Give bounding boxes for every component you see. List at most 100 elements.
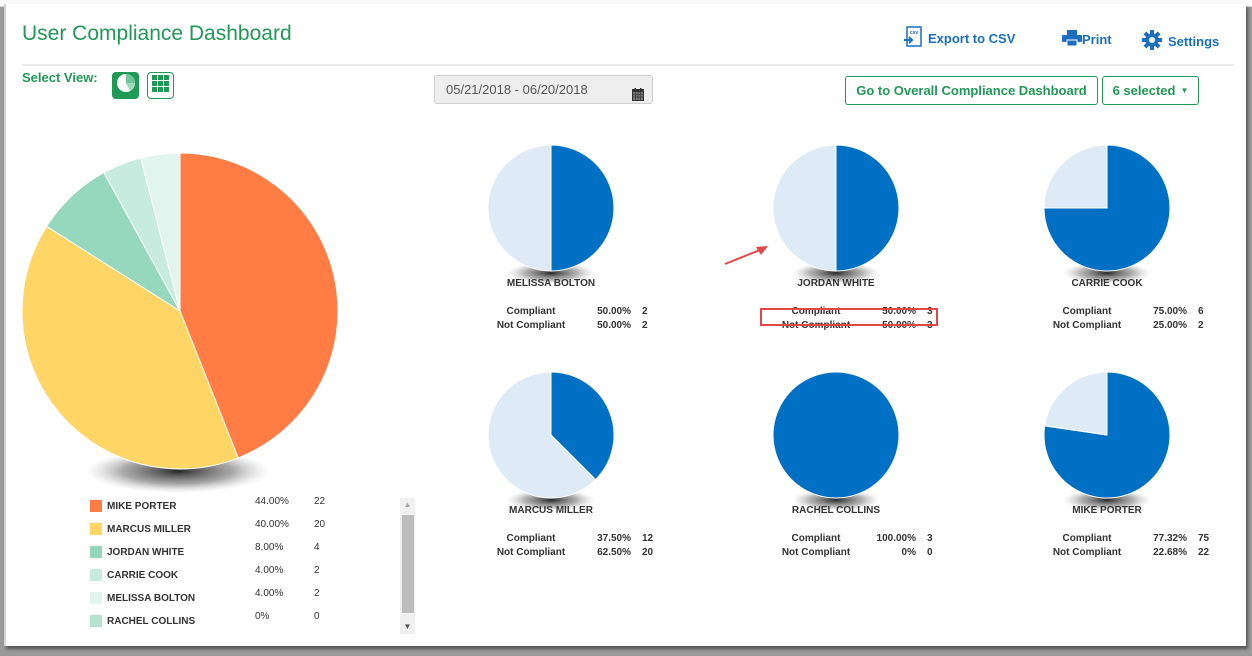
compliance-percent: 0% [901,547,916,558]
compliance-row: Not Compliant 25.00% 2 [982,320,1232,334]
compliance-percent: 22.68% [1153,547,1187,558]
card-user-name: JORDAN WHITE [797,278,875,289]
user-compliance-card: CARRIE COOK Compliant 75.00% 6 Not Compliant… [982,132,1232,342]
pie-slice-not-compliant[interactable] [487,144,552,272]
compliance-row: Compliant 50.00% 2 [426,306,676,320]
compliance-row: Not Compliant 50.00% 2 [426,320,676,334]
compliance-row: Not Compliant 22.68% 22 [982,547,1232,561]
user-compliance-card: JORDAN WHITE Compliant 50.00% 3 Not Complian… [711,132,961,342]
csv-export-icon: csv [904,26,922,51]
dashboard-panel: User Compliance Dashboard csv Export to … [4,4,1246,646]
overview-pie-chart [21,152,338,493]
legend-scrollbar[interactable]: ▲ ▼ [400,498,415,634]
compliance-count: 6 [1198,306,1204,317]
legend-label: MELISSA BOLTON [107,593,196,604]
compliance-count: 2 [642,320,648,331]
page-title: User Compliance Dashboard [22,22,292,45]
legend-count: 4 [314,542,320,553]
users-select-value: 6 selected [1112,83,1176,98]
user-pie-chart [772,371,900,509]
legend-swatch [90,592,102,604]
pie-slice-compliant[interactable] [835,144,900,272]
legend-label: JORDAN WHITE [107,547,185,558]
export-csv-link[interactable]: csv Export to CSV [904,26,1015,51]
legend-swatch [90,546,102,558]
user-pie-chart [487,144,615,282]
legend-item[interactable]: JORDAN WHITE 8.00% 4 [90,542,390,565]
legend-percent: 4.00% [255,588,284,599]
compliance-count: 2 [1198,320,1204,331]
compliance-count: 12 [642,533,654,544]
legend-count: 22 [314,496,326,507]
date-range-value: 05/21/2018 - 06/20/2018 [446,82,588,97]
pie-view-button[interactable] [112,72,139,99]
compliance-percent: 50.00% [597,306,631,317]
compliance-percent: 37.50% [597,533,631,544]
scroll-down-arrow[interactable]: ▼ [400,620,415,634]
legend-swatch [90,569,102,581]
print-label: Print [1082,32,1112,47]
legend-item[interactable]: RACHEL COLLINS 0% 0 [90,611,390,634]
export-csv-label: Export to CSV [928,31,1016,46]
legend-item[interactable]: MARCUS MILLER 40.00% 20 [90,519,390,542]
compliance-count: 20 [642,547,654,558]
pie-slice-compliant[interactable] [772,371,900,499]
pie-slice-not-compliant[interactable] [772,144,837,272]
legend-label: RACHEL COLLINS [107,616,196,627]
compliance-count: 75 [1198,533,1210,544]
user-compliance-card: MELISSA BOLTON Compliant 50.00% 2 Not Compli… [426,132,676,342]
print-link[interactable]: Print [1062,30,1112,49]
grid-view-button[interactable] [147,72,174,99]
compliance-percent: 75.00% [1153,306,1187,317]
legend-swatch [90,615,102,627]
compliance-row: Compliant 75.00% 6 [982,306,1232,320]
settings-link[interactable]: Settings [1142,30,1219,53]
pie-slice-not-compliant[interactable] [1044,371,1108,436]
compliance-percent: 50.00% [597,320,631,331]
date-range-picker[interactable]: 05/21/2018 - 06/20/2018 [434,75,653,104]
svg-text:csv: csv [910,30,919,36]
scroll-up-arrow[interactable]: ▲ [400,498,415,512]
compliance-row: Compliant 37.50% 12 [426,533,676,547]
caret-down-icon: ▼ [1180,86,1189,95]
legend-item[interactable]: MIKE PORTER 44.00% 22 [90,496,390,519]
compliance-count: 3 [927,533,933,544]
compliance-percent: 62.50% [597,547,631,558]
settings-label: Settings [1168,34,1220,49]
legend-percent: 0% [255,611,270,622]
compliance-percent: 25.00% [1153,320,1187,331]
legend-item[interactable]: CARRIE COOK 4.00% 2 [90,565,390,588]
compliance-percent: 100.00% [876,533,916,544]
user-pie-chart [1043,371,1171,509]
user-pie-chart [487,371,615,509]
card-user-name: RACHEL COLLINS [791,505,881,516]
legend-count: 2 [314,565,320,576]
legend-percent: 4.00% [255,565,284,576]
legend-percent: 8.00% [255,542,284,553]
legend-label: MARCUS MILLER [107,524,191,535]
compliance-count: 22 [1198,547,1210,558]
compliance-count: 2 [642,306,648,317]
gear-icon [1142,30,1162,53]
printer-icon [1062,30,1082,49]
users-select-dropdown[interactable]: 6 selected ▼ [1102,76,1199,105]
legend-label: CARRIE COOK [107,570,179,581]
overall-compliance-button[interactable]: Go to Overall Compliance Dashboard [845,76,1098,105]
scroll-thumb[interactable] [402,515,414,613]
pie-slice-compliant[interactable] [550,144,615,272]
legend-percent: 44.00% [255,496,289,507]
header-divider [22,64,1234,66]
legend-count: 2 [314,588,320,599]
user-compliance-card: MIKE PORTER Compliant 77.32% 75 Not Complian… [982,359,1232,569]
pie-slice-not-compliant[interactable] [1043,144,1108,209]
legend-swatch [90,523,102,535]
annotation-arrow [724,246,768,265]
legend-label: MIKE PORTER [107,501,177,512]
legend-percent: 40.00% [255,519,289,530]
compliance-row: Not Compliant 62.50% 20 [426,547,676,561]
user-compliance-card: MARCUS MILLER Compliant 37.50% 12 Not Compli… [426,359,676,569]
calendar-icon[interactable] [632,83,644,110]
highlight-box [760,308,938,326]
grid-icon [152,74,169,97]
legend-item[interactable]: MELISSA BOLTON 4.00% 2 [90,588,390,611]
